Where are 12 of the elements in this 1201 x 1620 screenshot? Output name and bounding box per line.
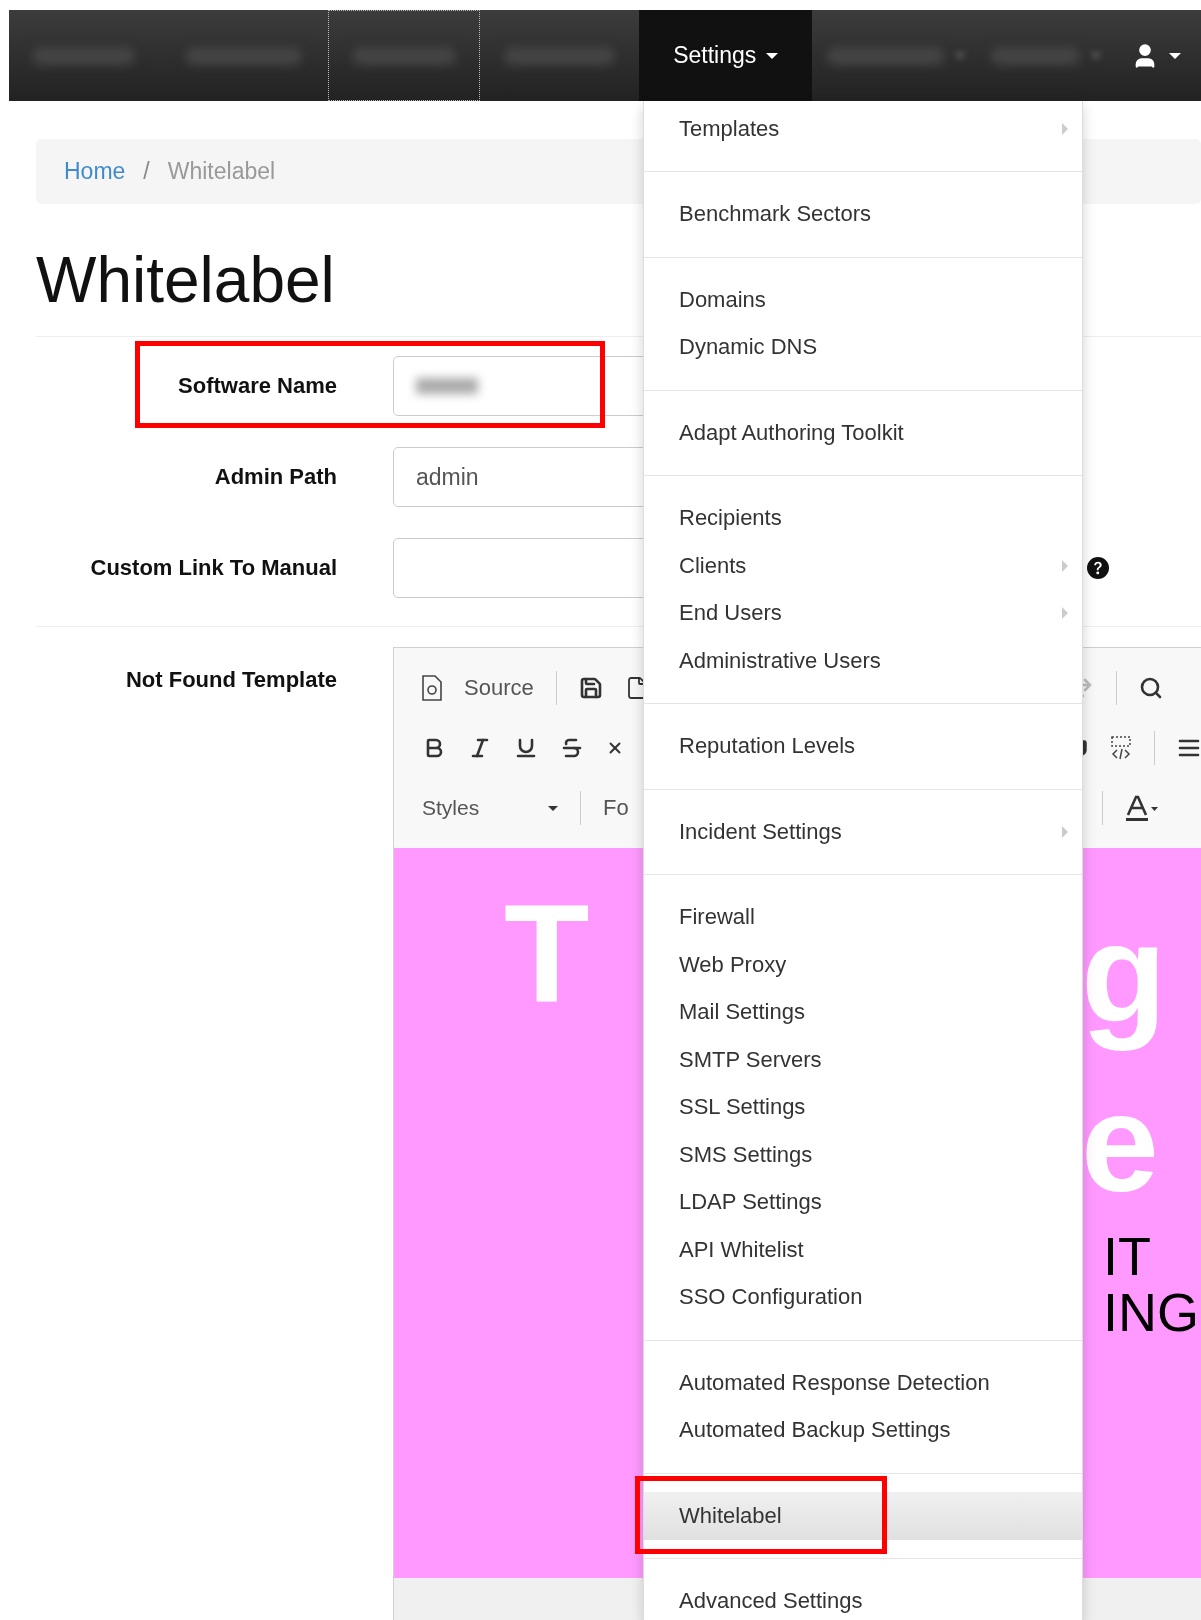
field-label: Custom Link To Manual xyxy=(89,555,337,581)
preview-text: IT xyxy=(1103,1228,1152,1284)
preview-heading: e xyxy=(1081,1063,1160,1223)
preview-heading: g xyxy=(1081,893,1168,1053)
field-label: Admin Path xyxy=(213,464,337,490)
preview-text: ING xyxy=(1103,1284,1200,1340)
breadcrumb-current: Whitelabel xyxy=(167,158,276,185)
field-label: Not Found Template xyxy=(124,666,337,694)
preview-heading: T xyxy=(504,873,590,1033)
page-title: Whitelabel xyxy=(36,245,335,315)
field-label: Software Name xyxy=(177,373,337,399)
breadcrumb-separator: / xyxy=(143,158,150,185)
